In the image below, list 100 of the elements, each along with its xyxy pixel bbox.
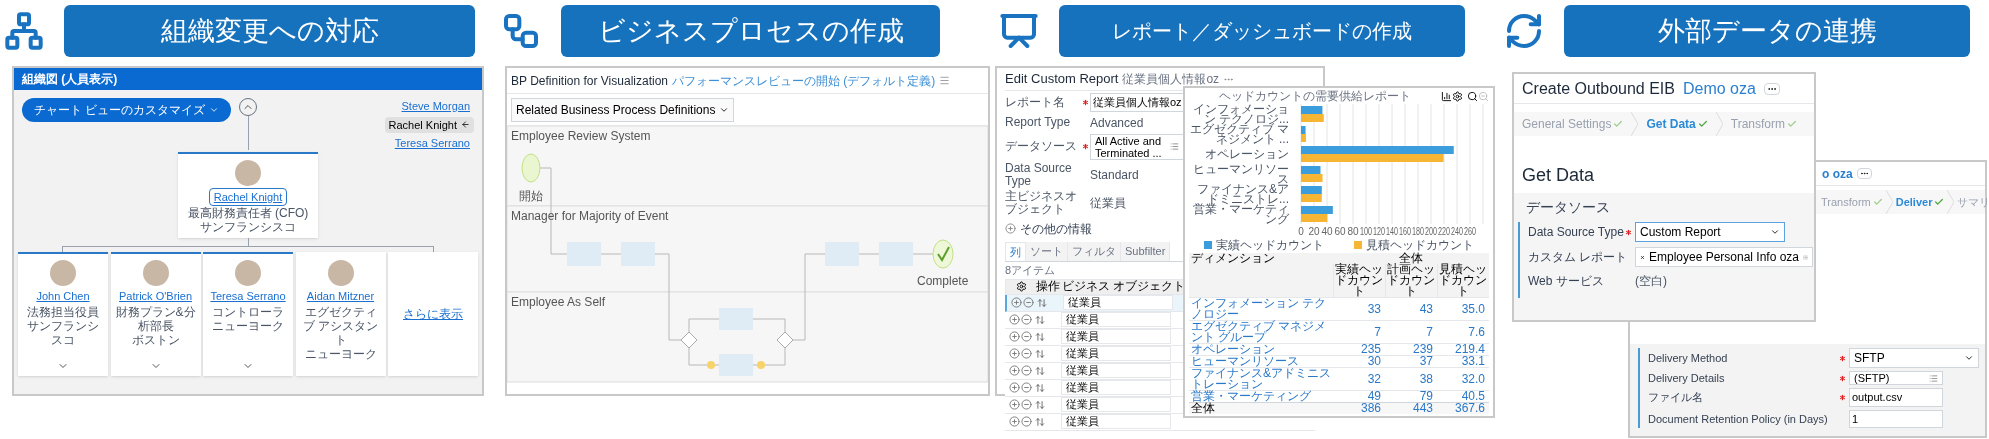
window-title: 組織図 (人員表示) bbox=[22, 71, 118, 88]
dimension-link[interactable]: オペレーション bbox=[1189, 343, 1333, 356]
dimension-link[interactable]: ヒューマンリソース bbox=[1189, 355, 1333, 368]
category-label: ファイナンス&アドミニストレ... bbox=[1197, 184, 1289, 204]
text-field[interactable]: 従業員 bbox=[1061, 397, 1171, 412]
caret-icon bbox=[1770, 227, 1780, 237]
related-definitions-button[interactable]: Related Business Process Definitions bbox=[511, 97, 735, 122]
settings-icon[interactable] bbox=[1452, 90, 1463, 102]
column-header: 操作 bbox=[1036, 280, 1061, 293]
expand-section-icon[interactable] bbox=[1005, 223, 1016, 234]
dropdown-field[interactable]: Custom Report bbox=[1635, 222, 1785, 242]
text-field[interactable]: 従業員 bbox=[1061, 380, 1171, 395]
avatar-placeholder bbox=[50, 260, 76, 286]
text-field[interactable]: 従業員 bbox=[1061, 312, 1171, 327]
reorder-icon[interactable] bbox=[1035, 382, 1045, 393]
column-header: ディメンション bbox=[1189, 253, 1333, 298]
add-row-icon[interactable] bbox=[1008, 399, 1020, 410]
tab[interactable]: Subfilter bbox=[1121, 241, 1171, 261]
customize-chart-button[interactable]: チャート ビューのカスタマイズ bbox=[22, 98, 232, 122]
wizard-step[interactable]: Get Data bbox=[1638, 115, 1716, 133]
remove-row-icon[interactable] bbox=[1020, 365, 1032, 376]
dimension-link[interactable]: エグゼクティブ マネジメント グループ bbox=[1189, 320, 1333, 344]
text-field[interactable]: 従業員個人情報oz bbox=[1090, 93, 1184, 112]
remove-row-icon[interactable] bbox=[1020, 399, 1032, 410]
settings-icon[interactable] bbox=[1015, 281, 1027, 292]
collapse-up-button[interactable] bbox=[239, 98, 257, 116]
dimension-link[interactable]: インフォメーション テクノロジー bbox=[1189, 297, 1333, 321]
remove-row-icon[interactable] bbox=[1022, 297, 1034, 308]
more-options-button[interactable] bbox=[1856, 168, 1872, 179]
reorder-icon[interactable] bbox=[1037, 297, 1047, 308]
breadcrumb-link[interactable]: Steve Morgan bbox=[397, 98, 474, 115]
zoom-in-icon[interactable] bbox=[1467, 90, 1478, 102]
prompt-list-icon[interactable] bbox=[1929, 373, 1938, 383]
start-label: 開始 bbox=[519, 189, 543, 203]
dropdown-field[interactable]: SFTP bbox=[1849, 348, 1979, 368]
table-cell: 7 bbox=[1333, 320, 1385, 344]
reorder-icon[interactable] bbox=[1035, 314, 1045, 325]
table-cell: 33.1 bbox=[1437, 355, 1489, 368]
employee-name-link[interactable]: Rachel Knight bbox=[208, 187, 288, 206]
prompt-field[interactable]: All Active and Terminated ... bbox=[1090, 133, 1184, 160]
text-field[interactable]: 従業員 bbox=[1063, 295, 1173, 310]
remove-row-icon[interactable] bbox=[1020, 382, 1032, 393]
field-label: Report Type bbox=[1005, 116, 1072, 129]
text-field[interactable]: 従業員 bbox=[1061, 363, 1171, 378]
chevron-separator-icon bbox=[1715, 112, 1723, 136]
tab[interactable]: 列 bbox=[1005, 241, 1026, 261]
field-value: Advanced bbox=[1090, 114, 1145, 132]
caret-icon bbox=[209, 105, 220, 115]
dimension-link[interactable]: 営業・マーケティング bbox=[1189, 390, 1333, 403]
tab[interactable]: ソート bbox=[1026, 241, 1068, 261]
employee-name-link[interactable]: Patrick O'Brien bbox=[119, 288, 192, 305]
add-row-icon[interactable] bbox=[1008, 314, 1020, 325]
add-row-icon[interactable] bbox=[1008, 331, 1020, 342]
text-field[interactable]: 従業員 bbox=[1061, 414, 1171, 429]
menu-icon[interactable] bbox=[939, 75, 951, 86]
remove-row-icon[interactable] bbox=[1020, 314, 1032, 325]
table-cell: 38 bbox=[1385, 367, 1437, 391]
employee-name-link[interactable]: John Chen bbox=[36, 288, 90, 305]
more-options-button[interactable] bbox=[1763, 82, 1780, 95]
axis-tick-label: 60 bbox=[1334, 226, 1346, 237]
text-field[interactable]: 従業員 bbox=[1061, 329, 1171, 344]
field-label: カスタム レポート bbox=[1528, 249, 1624, 266]
add-row-icon[interactable] bbox=[1008, 416, 1020, 427]
prompt-field[interactable]: (SFTP) bbox=[1849, 371, 1943, 385]
check-icon bbox=[1872, 197, 1883, 207]
remove-row-icon[interactable] bbox=[1020, 348, 1032, 359]
chart-icon[interactable] bbox=[1441, 90, 1452, 102]
prompt-list-icon[interactable] bbox=[1170, 142, 1179, 151]
job-title: エグゼクティブ アシスタント bbox=[301, 304, 380, 347]
add-row-icon[interactable] bbox=[1010, 297, 1022, 308]
text-field[interactable]: 1 bbox=[1849, 409, 1943, 428]
remove-row-icon[interactable] bbox=[1020, 331, 1032, 342]
text-field[interactable]: 従業員 bbox=[1061, 346, 1171, 361]
chevron-separator-icon bbox=[1947, 190, 1955, 214]
reorder-icon[interactable] bbox=[1035, 331, 1045, 342]
reorder-icon[interactable] bbox=[1035, 416, 1045, 427]
employee-name-link[interactable]: Teresa Serrano bbox=[210, 288, 286, 305]
prompt-field[interactable]: Employee Personal Info oza bbox=[1635, 247, 1813, 267]
reorder-icon[interactable] bbox=[1035, 365, 1045, 376]
add-row-icon[interactable] bbox=[1008, 348, 1020, 359]
tab[interactable]: フィルタ bbox=[1068, 241, 1121, 261]
item-count: 8アイテム bbox=[1005, 263, 1056, 278]
add-row-icon[interactable] bbox=[1008, 382, 1020, 393]
text-field[interactable]: output.csv bbox=[1849, 388, 1943, 407]
wizard-step[interactable]: Deliver bbox=[1892, 193, 1948, 211]
lane-label: Manager for Majority of Event bbox=[511, 209, 669, 223]
field-value: 従業員 bbox=[1090, 194, 1127, 212]
reorder-icon[interactable] bbox=[1035, 399, 1045, 410]
reorder-icon[interactable] bbox=[1035, 348, 1045, 359]
axis-tick-label: 40 bbox=[1321, 226, 1333, 237]
job-title: 財務プラン&分析部長 bbox=[115, 304, 196, 333]
show-more-link[interactable]: さらに表示 bbox=[403, 305, 463, 323]
dimension-link[interactable]: ファイナンス&アドミニストレーション bbox=[1189, 367, 1333, 391]
location-text: ニューヨーク bbox=[211, 318, 285, 333]
breadcrumb-link[interactable]: Teresa Serrano bbox=[390, 135, 474, 152]
table-cell: 7.6 bbox=[1437, 320, 1489, 344]
add-row-icon[interactable] bbox=[1008, 365, 1020, 376]
remove-row-icon[interactable] bbox=[1020, 416, 1032, 427]
breadcrumb-link[interactable]: Rachel Knight bbox=[384, 116, 474, 133]
employee-name-link[interactable]: Aidan Mitzner bbox=[306, 288, 375, 305]
